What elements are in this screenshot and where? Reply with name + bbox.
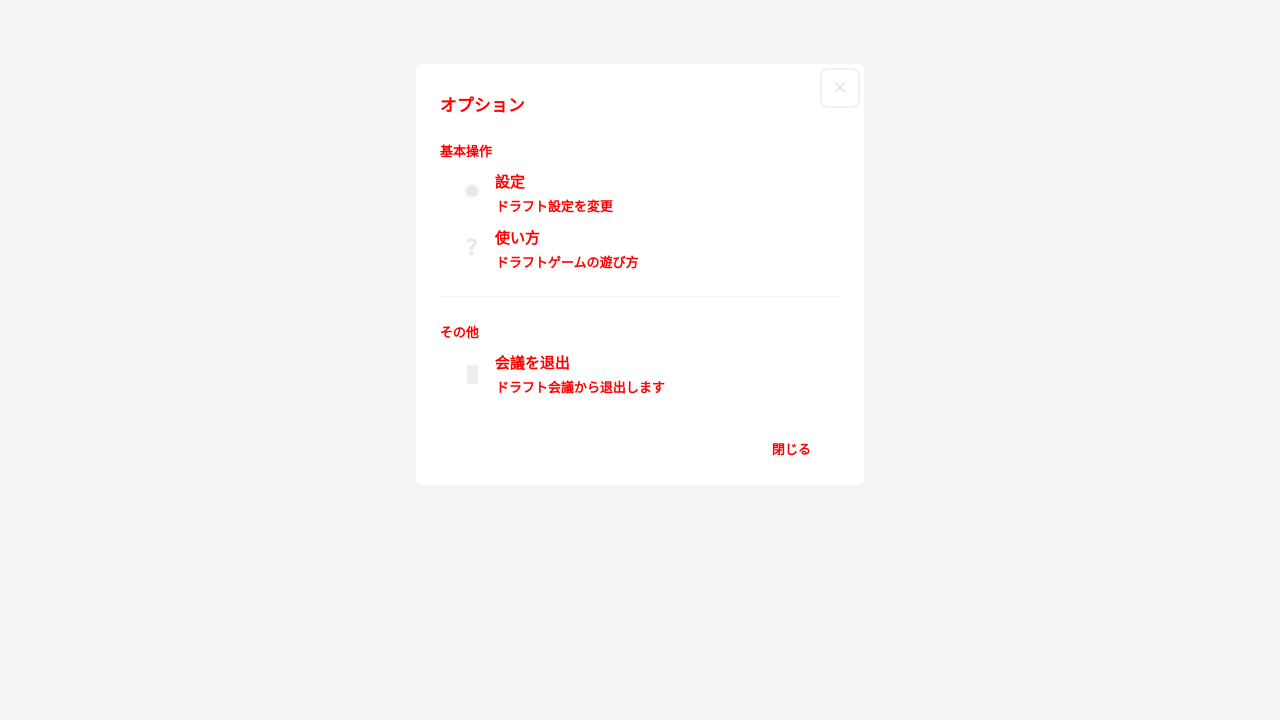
menu-item-description: ドラフト会議から退出します bbox=[496, 381, 666, 396]
menu-item-how-to-play[interactable]: ? 使い方 ドラフトゲームの遊び方 bbox=[440, 227, 840, 279]
menu-item-settings[interactable]: ✹ 設定 ドラフト設定を変更 bbox=[440, 171, 840, 223]
question-icon: ? bbox=[465, 236, 479, 261]
section-divider bbox=[440, 296, 840, 297]
menu-item-title: 使い方 bbox=[495, 229, 541, 247]
dialog-title: オプション bbox=[440, 96, 525, 116]
menu-item-title: 会議を退出 bbox=[495, 354, 571, 372]
gear-icon: ✹ bbox=[462, 180, 482, 205]
menu-item-description: ドラフト設定を変更 bbox=[496, 200, 614, 215]
close-button[interactable]: 閉じる bbox=[772, 439, 811, 458]
section-label-other: その他 bbox=[440, 326, 480, 341]
menu-item-description: ドラフトゲームの遊び方 bbox=[496, 256, 639, 271]
menu-item-title: 設定 bbox=[495, 173, 526, 191]
exit-door-icon bbox=[460, 362, 484, 386]
section-label-basic: 基本操作 bbox=[440, 145, 493, 160]
close-icon[interactable]: × bbox=[820, 68, 860, 108]
menu-item-leave-meeting[interactable]: 会議を退出 ドラフト会議から退出します bbox=[440, 352, 840, 404]
options-dialog: × オプション 基本操作 ✹ 設定 ドラフト設定を変更 ? 使い方 ドラフトゲー… bbox=[416, 64, 864, 485]
